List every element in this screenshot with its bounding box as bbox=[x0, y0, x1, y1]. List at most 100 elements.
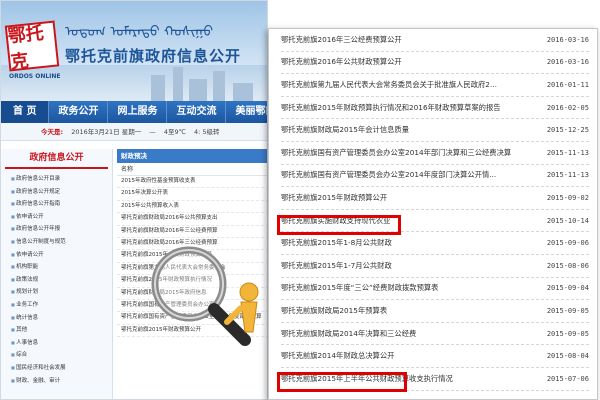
article-date: 2016-03-16 bbox=[546, 35, 589, 44]
content-list-item[interactable]: 鄂托克前旗2015年财政预算公开 bbox=[117, 325, 267, 338]
article-title-link[interactable]: 鄂托克前旗2015年财政预算公开 bbox=[281, 193, 387, 203]
content-list-item[interactable]: 鄂托克前旗2015年公共财政预算公开 bbox=[117, 250, 267, 263]
article-date: 2015-09-02 bbox=[546, 193, 589, 202]
article-date: 2015-08-06 bbox=[546, 261, 589, 270]
article-title-link[interactable]: 鄂托克前旗财政局2015年会计信息质量 bbox=[281, 125, 409, 135]
content-list-item[interactable]: 鄂托克前旗国有资产管理委员会办公室 bbox=[117, 300, 267, 313]
article-title-link[interactable]: 鄂托克前旗2015年上半年公共财政预算收支执行情况 bbox=[281, 374, 453, 384]
nav-interaction[interactable]: 互动交流 bbox=[167, 101, 227, 123]
article-title-link[interactable]: 鄂托克前旗2014年财政总决算公开 bbox=[281, 351, 394, 361]
sidebar-item[interactable]: 规划计划 bbox=[11, 286, 106, 299]
zoomed-list-panel: 鄂托克前旗2016年三公经费预算公开 2016-03-16 鄂托克前旗2016年公共… bbox=[268, 28, 598, 400]
site-title: 鄂托克前旗政府信息公开 bbox=[65, 47, 242, 65]
article-row: 鄂托克前旗2015年1-7月公共财政 2015-08-06 bbox=[281, 255, 589, 278]
article-row: 鄂托克前旗2016年三公经费预算公开 2016-03-16 bbox=[281, 29, 589, 52]
article-date: 2015-09-04 bbox=[546, 284, 589, 293]
content-list-item[interactable]: 2015年公共预算收入表 bbox=[117, 201, 267, 214]
article-row: 鄂托克前旗财政局2015年会计信息质量 2015-12-25 bbox=[281, 119, 589, 142]
article-date: 2015-07-06 bbox=[546, 374, 589, 383]
article-row: 鄂托克前旗财政局2014年决算和三公经费 2015-09-05 bbox=[281, 323, 589, 346]
sidebar-item[interactable]: 信息公开制度与规范 bbox=[11, 236, 106, 249]
article-date: 2016-02-05 bbox=[546, 103, 589, 112]
site-sidebar: 政府信息公开 政府信息公开目录政府信息公开规定政府信息公开指南依申请公开政府信息… bbox=[1, 149, 113, 399]
article-date: 2015-08-04 bbox=[546, 352, 589, 361]
article-date: 2015-11-13 bbox=[546, 171, 589, 180]
article-title-link[interactable]: 鄂托克前旗2016年公共财政预算公开 bbox=[281, 57, 402, 67]
content-list-item[interactable]: 鄂托克前旗财政局2016年公共预算支出 bbox=[117, 213, 267, 226]
site-nav: 首 页 政务公开 网上服务 互动交流 美丽鄂前旗 bbox=[1, 101, 267, 123]
article-row: 鄂托克前旗财政局2015年预算表 2015-09-05 bbox=[281, 300, 589, 323]
nav-government-affairs[interactable]: 政务公开 bbox=[49, 101, 109, 123]
current-date: 2016年3月21日 星期一 bbox=[71, 128, 142, 136]
site-logo[interactable]: 鄂托克 bbox=[4, 20, 60, 73]
article-row: 鄂托克前旗国有资产管理委员会办公室2014年部门决算和三公经费决算 2015-11… bbox=[281, 142, 589, 165]
sidebar-item[interactable]: 国民经济和社会发展 bbox=[11, 362, 106, 375]
content-column-header: 名称 bbox=[117, 163, 267, 176]
sidebar-item[interactable]: 其他 bbox=[11, 324, 106, 337]
article-row: 鄂托克前旗实施财政支持现代农业 2015-10-14 bbox=[281, 210, 589, 233]
article-row: 鄂托克前旗2015年财政预算执行情况和2016年财政预算草案的报告 2016-02… bbox=[281, 97, 589, 120]
sidebar-item[interactable]: 业务工作 bbox=[11, 299, 106, 312]
sidebar-item[interactable]: 政府信息公开指南 bbox=[11, 198, 106, 211]
content-list-item[interactable]: 2015年决算公开表 bbox=[117, 188, 267, 201]
article-title-link[interactable]: 鄂托克前旗财政局2015年预算表 bbox=[281, 306, 387, 316]
article-title-link[interactable]: 鄂托克前旗2015年度“三公”经费财政拨款预算表 bbox=[281, 283, 438, 293]
nav-home[interactable]: 首 页 bbox=[1, 101, 50, 123]
article-list: 鄂托克前旗2016年三公经费预算公开 2016-03-16 鄂托克前旗2016年公共… bbox=[269, 29, 597, 391]
article-date: 2015-11-13 bbox=[546, 148, 589, 157]
date-weather-bar: 今天是: 2016年3月21日 星期一 — 4至9℃ 4: 5级转 bbox=[1, 123, 267, 141]
article-title-link[interactable]: 鄂托克前旗国有资产管理委员会办公室2014年部门决算和三公经费决算 bbox=[281, 148, 511, 158]
nav-online-services[interactable]: 网上服务 bbox=[108, 101, 168, 123]
content-list: 2015年政府性基金预算收支表 2015年决算公开表 2015年公共预算收入表 鄂托克… bbox=[117, 176, 267, 338]
article-row: 鄂托克前旗国有资产管理委员会办公室2014年度部门决算公开情... 2015-11… bbox=[281, 165, 589, 188]
weather-extra: 4: 5级转 bbox=[194, 128, 220, 136]
sidebar-item[interactable]: 统计信息 bbox=[11, 312, 106, 325]
sidebar-item[interactable]: 政府信息公开目录 bbox=[11, 173, 106, 186]
content-list-item[interactable]: 鄂托克前旗国有资产管理委员会办公室2014年度部门决算 bbox=[117, 312, 267, 325]
article-title-link[interactable]: 鄂托克前旗2015年财政预算执行情况和2016年财政预算草案的报告 bbox=[281, 103, 501, 113]
content-list-item[interactable]: 2015年政府性基金预算收支表 bbox=[117, 176, 267, 189]
site-content: 财政预决 名称 2015年政府性基金预算收支表 2015年决算公开表 2015年公共… bbox=[117, 149, 267, 399]
sidebar-item[interactable]: 机构职能 bbox=[11, 261, 106, 274]
sidebar-item[interactable]: 政府信息公开规定 bbox=[11, 186, 106, 199]
article-date: 2015-10-14 bbox=[546, 216, 589, 225]
nav-beautiful-eqianqi[interactable]: 美丽鄂前旗 bbox=[226, 101, 267, 123]
sidebar-heading: 政府信息公开 bbox=[5, 149, 108, 169]
article-date: 2016-01-11 bbox=[546, 80, 589, 89]
article-row: 鄂托克前旗2015年财政预算公开 2015-09-02 bbox=[281, 187, 589, 210]
sidebar-item[interactable]: 依申请公开 bbox=[11, 249, 106, 262]
sidebar-item[interactable]: 人事信息 bbox=[11, 337, 106, 350]
sidebar-item[interactable]: 综合 bbox=[11, 349, 106, 362]
content-section-heading: 财政预决 bbox=[117, 149, 267, 163]
article-title-link[interactable]: 鄂托克前旗第九届人民代表大会常务委员会关于批准旗人民政府2... bbox=[281, 80, 497, 90]
article-date: 2015-09-05 bbox=[546, 329, 589, 338]
article-date: 2015-09-06 bbox=[546, 239, 589, 248]
article-row: 鄂托克前旗第九届人民代表大会常务委员会关于批准旗人民政府2... 2016-01-… bbox=[281, 74, 589, 97]
article-row: 鄂托克前旗2015年度“三公”经费财政拨款预算表 2015-09-04 bbox=[281, 278, 589, 301]
article-title-link[interactable]: 鄂托克前旗2015年1-7月公共财政 bbox=[281, 261, 392, 271]
sidebar-item[interactable]: 政策法规 bbox=[11, 274, 106, 287]
article-date: 2015-09-05 bbox=[546, 306, 589, 315]
article-title-link[interactable]: 鄂托克前旗财政局2014年决算和三公经费 bbox=[281, 329, 416, 339]
sidebar-item[interactable]: 政府信息公开年报 bbox=[11, 223, 106, 236]
content-list-item[interactable]: 鄂托克前旗第九届人民代表大会常务委员会 bbox=[117, 263, 267, 276]
weather-city: — bbox=[149, 128, 156, 136]
article-date: 2016-03-16 bbox=[546, 58, 589, 67]
site-logo-caption: ORDOS ONLINE bbox=[9, 73, 61, 80]
sidebar-item[interactable]: 财政、金融、审计 bbox=[11, 375, 106, 388]
weather-temp: 4至9℃ bbox=[163, 128, 186, 136]
today-label: 今天是: bbox=[41, 128, 64, 136]
article-title-link[interactable]: 鄂托克前旗国有资产管理委员会办公室2014年度部门决算公开情... bbox=[281, 170, 496, 180]
content-list-item[interactable]: 鄂托克前旗财政局2016年三公经费预算 bbox=[117, 226, 267, 239]
content-list-item[interactable]: 鄂托克前旗财政局2016年三公经费预算 bbox=[117, 238, 267, 251]
article-row: 鄂托克前旗2015年1-8月公共财政 2015-09-06 bbox=[281, 232, 589, 255]
article-title-link[interactable]: 鄂托克前旗2016年三公经费预算公开 bbox=[281, 35, 402, 45]
article-title-link[interactable]: 鄂托克前旗2015年1-8月公共财政 bbox=[281, 238, 392, 248]
sidebar-item[interactable]: 依申请公开 bbox=[11, 211, 106, 224]
article-title-link[interactable]: 鄂托克前旗实施财政支持现代农业 bbox=[281, 216, 390, 226]
article-row: 鄂托克前旗2016年公共财政预算公开 2016-03-16 bbox=[281, 52, 589, 75]
sidebar-list: 政府信息公开目录政府信息公开规定政府信息公开指南依申请公开政府信息公开年报信息公… bbox=[1, 169, 112, 387]
content-list-item[interactable]: 鄂托克前旗财政局2015年政府信息 bbox=[117, 288, 267, 301]
content-list-item[interactable]: 鄂托克前旗2015年财政预算执行情况 bbox=[117, 275, 267, 288]
site-header: 鄂托克 ORDOS ONLINE ᠣᠲᠣᠭ ᠤᠮᠡᠷᠡᠳᠦ ᠬᠣᠰᠢᠭᠤ 鄂托克… bbox=[1, 1, 267, 101]
